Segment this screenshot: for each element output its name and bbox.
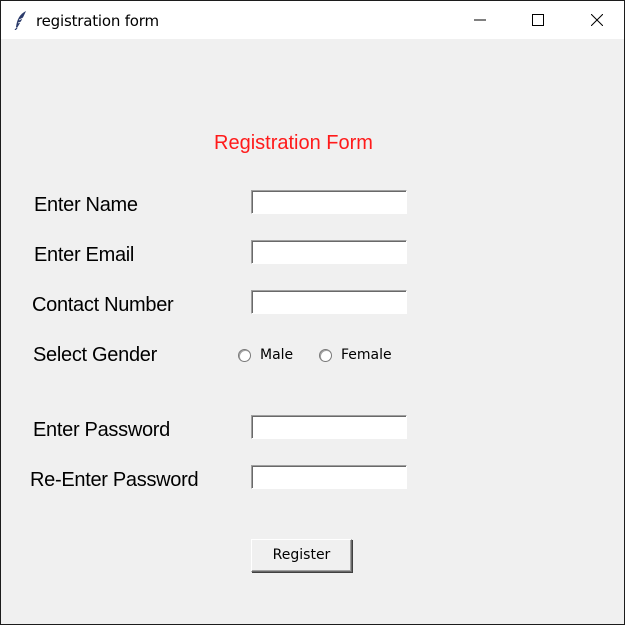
- title-bar[interactable]: registration form: [1, 1, 624, 39]
- feather-icon: [14, 10, 28, 31]
- form-title: Registration Form: [214, 132, 373, 154]
- name-label: Enter Name: [34, 194, 138, 216]
- password-field[interactable]: [251, 415, 407, 439]
- name-field[interactable]: [251, 190, 407, 214]
- window-title: registration form: [36, 12, 159, 30]
- contact-label: Contact Number: [32, 294, 174, 316]
- gender-label: Select Gender: [33, 344, 157, 366]
- password-label: Enter Password: [33, 419, 170, 441]
- form-area: Registration Form Enter Name Enter Email…: [1, 39, 624, 624]
- close-button[interactable]: [574, 1, 620, 39]
- minimize-button[interactable]: [457, 1, 503, 39]
- radio-label-female: Female: [341, 347, 392, 363]
- radio-label-male: Male: [260, 347, 294, 363]
- minimize-icon: [474, 19, 486, 21]
- email-field[interactable]: [251, 240, 407, 264]
- maximize-icon: [532, 14, 544, 26]
- radio-circle[interactable]: [319, 349, 332, 362]
- contact-field[interactable]: [251, 290, 407, 314]
- close-icon: [591, 14, 603, 26]
- app-window: registration form Registration Form Ente…: [0, 0, 625, 625]
- maximize-button[interactable]: [515, 1, 561, 39]
- email-label: Enter Email: [34, 244, 135, 266]
- reenter-password-field[interactable]: [251, 465, 407, 489]
- reenter-password-label: Re-Enter Password: [30, 469, 199, 491]
- register-button[interactable]: Register: [251, 539, 352, 572]
- radio-circle[interactable]: [238, 349, 251, 362]
